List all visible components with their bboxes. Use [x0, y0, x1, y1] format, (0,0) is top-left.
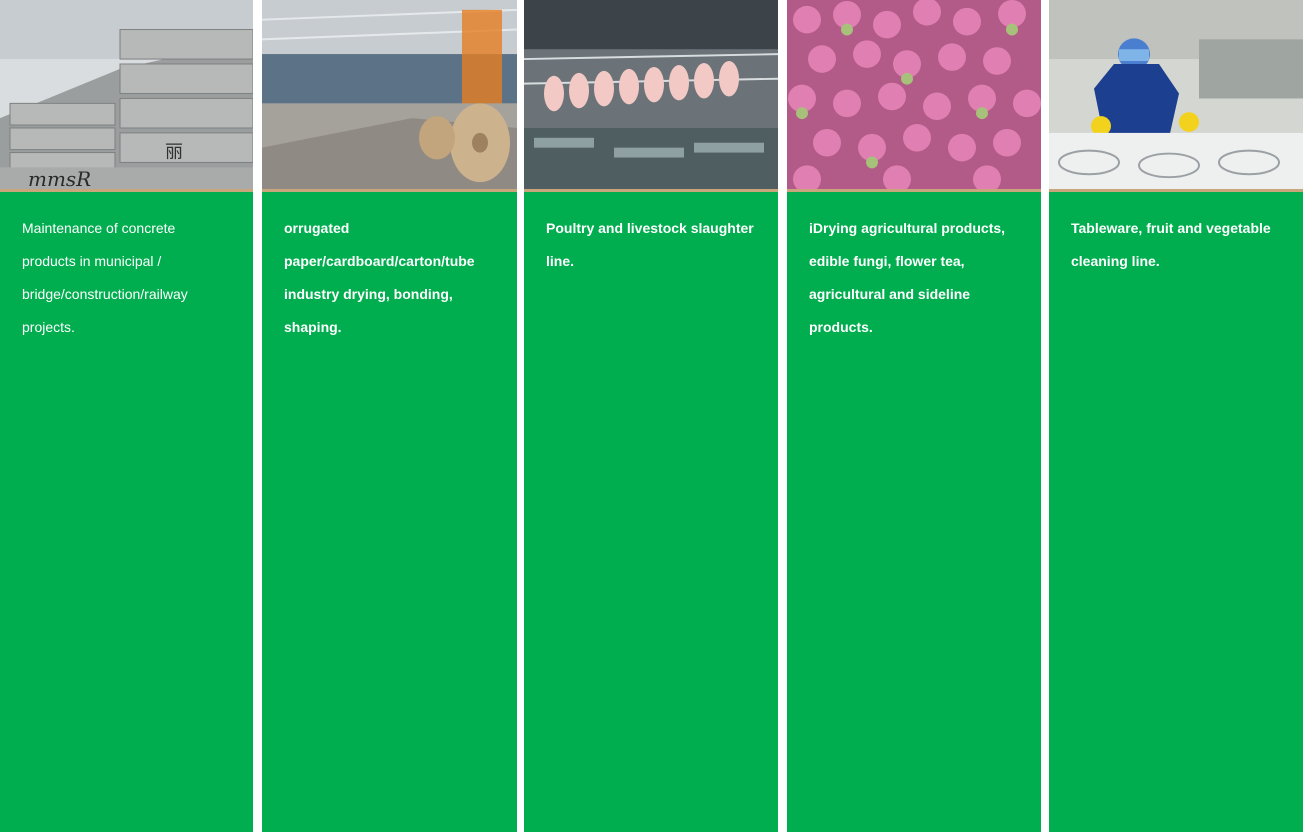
description-panel: orrugated paper/cardboard/carton/tube in… [262, 192, 517, 832]
description-text: Poultry and livestock slaughter line. [546, 220, 754, 269]
concrete-blocks-photo: 丽 mmsR [0, 0, 253, 192]
description-text: Tableware, fruit and vegetable cleaning … [1071, 220, 1271, 269]
description-panel: Maintenance of concrete products in muni… [0, 192, 253, 832]
description-text: iDrying agricultural products, edible fu… [809, 220, 1006, 335]
watermark-text: mmsR [28, 168, 91, 189]
application-card-tableware: Tableware, fruit and vegetable cleaning … [1049, 0, 1303, 832]
description-panel: Poultry and livestock slaughter line. [524, 192, 778, 832]
rose-buds-photo [787, 0, 1041, 192]
sign-text: 丽 [165, 142, 183, 163]
description-text: orrugated paper/cardboard/carton/tube in… [284, 220, 475, 335]
description-panel: iDrying agricultural products, edible fu… [787, 192, 1041, 832]
paper-mill-photo [262, 0, 517, 192]
description-text: Maintenance of concrete products in muni… [22, 220, 188, 335]
application-card-cardboard: orrugated paper/cardboard/carton/tube in… [262, 0, 517, 832]
application-card-poultry: Poultry and livestock slaughter line. [524, 0, 778, 832]
application-card-concrete: 丽 mmsR Maintenance of concrete products … [0, 0, 253, 832]
description-panel: Tableware, fruit and vegetable cleaning … [1049, 192, 1303, 832]
cleaning-line-photo [1049, 0, 1303, 192]
slaughter-line-photo [524, 0, 778, 192]
application-card-agri: iDrying agricultural products, edible fu… [787, 0, 1041, 832]
